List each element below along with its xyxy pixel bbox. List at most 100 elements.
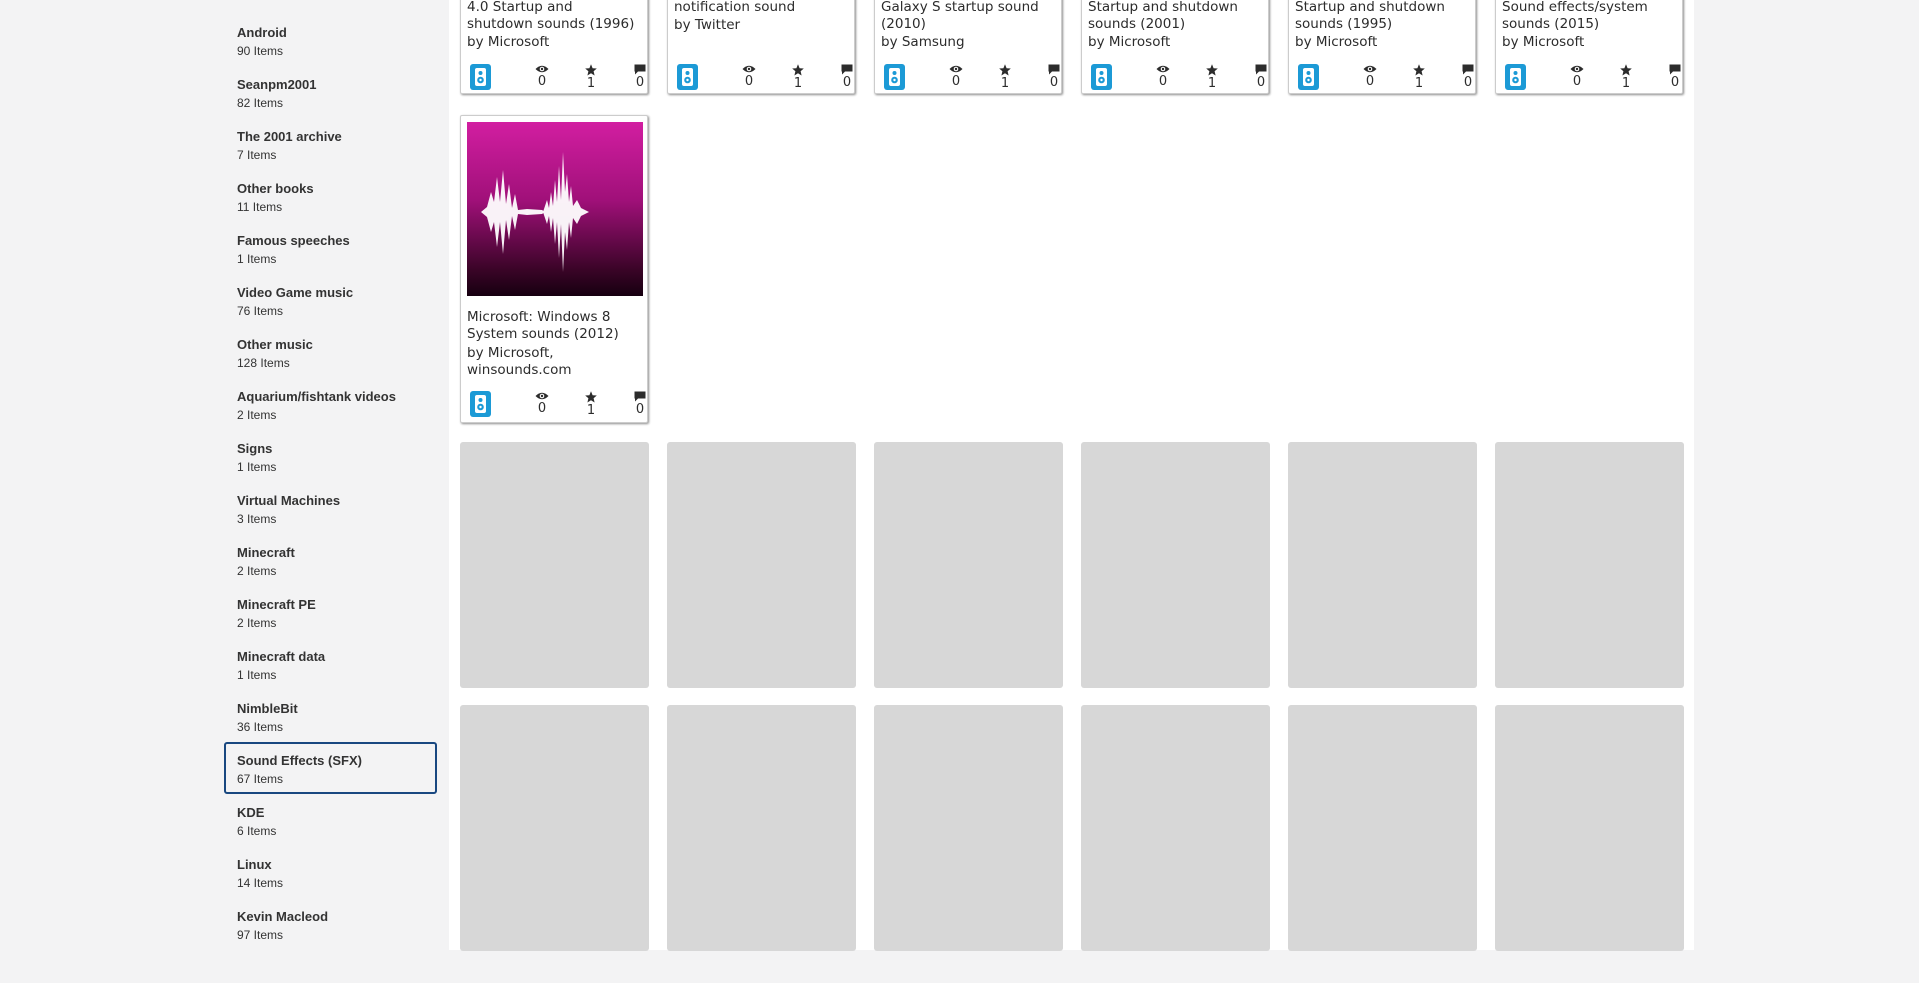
item-title[interactable]: Startup and shutdown sounds (2001) <box>1088 0 1266 33</box>
collection-count: 1 Items <box>237 252 277 266</box>
reviews-comment-icon <box>1462 64 1474 75</box>
collection-count: 3 Items <box>237 512 277 526</box>
item-creator[interactable]: by Samsung <box>881 34 1059 51</box>
collection-count: 36 Items <box>237 720 284 734</box>
loading-placeholder-card <box>667 442 856 688</box>
item-stats: 0 1 0 <box>467 64 646 94</box>
item-card[interactable]: notification sound by Twitter 0 1 0 <box>667 0 855 94</box>
reviews-count: 0 <box>842 75 852 90</box>
sidebar-item-sound-effects[interactable]: Sound Effects (SFX) 67 Items <box>224 742 437 794</box>
views-count: 0 <box>1158 74 1168 89</box>
collection-name: The 2001 archive <box>237 129 342 144</box>
item-title[interactable]: notification sound <box>674 0 852 16</box>
views-eye-icon <box>1156 65 1170 73</box>
collection-count: 2 Items <box>237 564 277 578</box>
collection-name: Seanpm2001 <box>237 77 317 92</box>
item-card[interactable]: Galaxy S startup sound (2010) by Samsung … <box>874 0 1062 94</box>
sidebar-item-kevin-macleod[interactable]: Kevin Macleod 97 Items <box>224 898 437 950</box>
views-eye-icon <box>949 65 963 73</box>
reviews-count: 0 <box>1463 75 1473 90</box>
views-eye-icon <box>1570 65 1584 73</box>
sidebar-item-aquarium-videos[interactable]: Aquarium/fishtank videos 2 Items <box>224 378 437 430</box>
sidebar-item-kde[interactable]: KDE 6 Items <box>224 794 437 846</box>
item-stats: 0 1 0 <box>1295 64 1474 94</box>
item-title[interactable]: Startup and shutdown sounds (1995) <box>1295 0 1473 33</box>
favorites-star-icon <box>585 64 597 76</box>
item-title[interactable]: Microsoft: Windows 8 System sounds (2012) <box>467 309 645 343</box>
reviews-count: 0 <box>1049 75 1059 90</box>
views-count: 0 <box>537 74 547 89</box>
favorites-star-icon <box>999 64 1011 76</box>
collection-count: 76 Items <box>237 304 284 318</box>
sidebar-item-famous-speeches[interactable]: Famous speeches 1 Items <box>224 222 437 274</box>
item-stats: 0 1 0 <box>674 64 853 94</box>
sidebar-item-nimblebit[interactable]: NimbleBit 36 Items <box>224 690 437 742</box>
loading-placeholder-card <box>1081 442 1270 688</box>
sidebar-item-video-game-music[interactable]: Video Game music 76 Items <box>224 274 437 326</box>
sidebar-item-virtual-machines[interactable]: Virtual Machines 3 Items <box>224 482 437 534</box>
collection-name: Linux <box>237 857 272 872</box>
audio-icon <box>884 64 905 90</box>
favorites-count: 1 <box>586 403 596 418</box>
favorites-star-icon <box>1620 64 1632 76</box>
views-count: 0 <box>537 401 547 416</box>
loading-placeholder-card <box>1081 705 1270 951</box>
loading-placeholder-card <box>460 442 649 688</box>
sidebar-item-android[interactable]: Android 90 Items <box>224 14 437 66</box>
item-title[interactable]: Sound effects/system sounds (2015) <box>1502 0 1680 33</box>
item-card[interactable]: 4.0 Startup and shutdown sounds (1996) by… <box>460 0 648 94</box>
item-card[interactable]: Microsoft: Windows 8 System sounds (2012)… <box>460 115 648 423</box>
reviews-comment-icon <box>1255 64 1267 75</box>
item-card[interactable]: Startup and shutdown sounds (1995) by Mic… <box>1288 0 1476 94</box>
item-creator[interactable]: by Microsoft, winsounds.com <box>467 345 645 379</box>
sidebar-item-minecraft[interactable]: Minecraft 2 Items <box>224 534 437 586</box>
waveform-thumbnail[interactable] <box>467 122 643 296</box>
item-creator[interactable]: by Microsoft <box>1088 34 1266 51</box>
item-creator[interactable]: by Twitter <box>674 17 852 34</box>
item-title[interactable]: 4.0 Startup and shutdown sounds (1996) <box>467 0 645 33</box>
loading-placeholder-card <box>1495 442 1684 688</box>
sidebar-item-2001-archive[interactable]: The 2001 archive 7 Items <box>224 118 437 170</box>
collection-name: KDE <box>237 805 265 820</box>
item-title[interactable]: Galaxy S startup sound (2010) <box>881 0 1059 33</box>
views-eye-icon <box>535 392 549 400</box>
favorites-count: 1 <box>1414 76 1424 91</box>
reviews-comment-icon <box>1048 64 1060 75</box>
sidebar-item-linux[interactable]: Linux 14 Items <box>224 846 437 898</box>
item-card[interactable]: Sound effects/system sounds (2015) by Mic… <box>1495 0 1683 94</box>
loading-placeholder-card <box>1288 442 1477 688</box>
collection-count: 7 Items <box>237 148 277 162</box>
item-stats: 0 1 0 <box>1088 64 1267 94</box>
item-creator[interactable]: by Microsoft <box>1295 34 1473 51</box>
sidebar-item-signs[interactable]: Signs 1 Items <box>224 430 437 482</box>
loading-placeholder-card <box>1288 705 1477 951</box>
favorites-star-icon <box>792 64 804 76</box>
audio-icon <box>677 64 698 90</box>
collection-name: Minecraft data <box>237 649 326 664</box>
views-count: 0 <box>1572 74 1582 89</box>
item-stats: 0 1 0 <box>467 391 646 421</box>
collection-name: Other books <box>237 181 314 196</box>
loading-placeholder-card <box>874 442 1063 688</box>
item-creator[interactable]: by Microsoft <box>467 34 645 51</box>
collection-count: 2 Items <box>237 408 277 422</box>
sidebar-item-seanpm2001[interactable]: Seanpm2001 82 Items <box>224 66 437 118</box>
collection-count: 90 Items <box>237 44 284 58</box>
item-creator[interactable]: by Microsoft <box>1502 34 1680 51</box>
reviews-count: 0 <box>635 402 645 417</box>
sidebar-item-other-books[interactable]: Other books 11 Items <box>224 170 437 222</box>
reviews-count: 0 <box>635 75 645 90</box>
favorites-star-icon <box>1206 64 1218 76</box>
loading-placeholder-card <box>460 705 649 951</box>
reviews-comment-icon <box>634 64 646 75</box>
views-count: 0 <box>744 74 754 89</box>
audio-icon <box>1091 64 1112 90</box>
favorites-count: 1 <box>1621 76 1631 91</box>
collection-count: 82 Items <box>237 96 284 110</box>
item-card[interactable]: Startup and shutdown sounds (2001) by Mic… <box>1081 0 1269 94</box>
sidebar-item-minecraft-pe[interactable]: Minecraft PE 2 Items <box>224 586 437 638</box>
sidebar-item-other-music[interactable]: Other music 128 Items <box>224 326 437 378</box>
collection-name: Aquarium/fishtank videos <box>237 389 396 404</box>
sidebar-item-minecraft-data[interactable]: Minecraft data 1 Items <box>224 638 437 690</box>
collection-name: Other music <box>237 337 313 352</box>
